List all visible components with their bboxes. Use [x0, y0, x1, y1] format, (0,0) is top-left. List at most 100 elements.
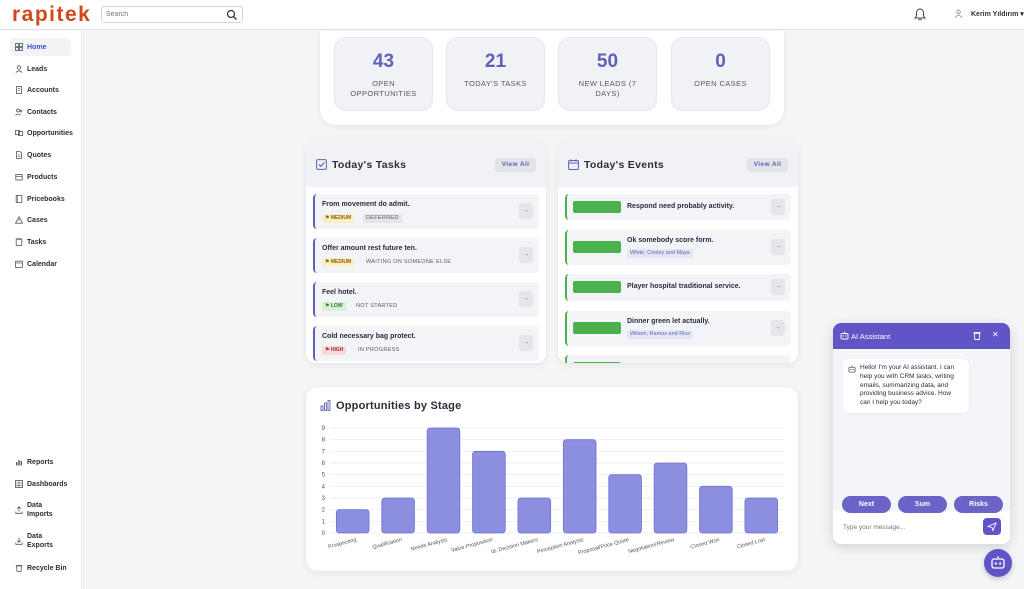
ai-assistant-toggle-button[interactable]: [984, 549, 1012, 577]
sidebar-item-quotes[interactable]: Quotes: [10, 146, 71, 164]
ai-message-input[interactable]: [843, 519, 983, 536]
contacts-icon: [15, 108, 23, 116]
opportunities-by-stage-panel: Opportunities by Stage 0 1 2 3 4 5 6 7 8 9 Prospec…: [306, 387, 798, 571]
chip-next[interactable]: Next: [842, 496, 891, 513]
sidebar-item-opportunities[interactable]: Opportunities: [10, 124, 73, 142]
arrow-right-icon[interactable]: →: [771, 320, 785, 336]
arrow-right-icon[interactable]: →: [519, 247, 533, 263]
x-tick-label: Prospecting: [328, 537, 358, 550]
send-icon: [986, 522, 997, 532]
y-tick-label: 3: [322, 496, 326, 502]
sidebar-item-tasks[interactable]: Tasks: [10, 233, 71, 251]
stat-value: 21: [484, 51, 507, 72]
x-tick-label: Closed Won: [690, 537, 720, 551]
bar: [744, 497, 779, 534]
sidebar-item-accounts[interactable]: Accounts: [10, 81, 71, 99]
event-title: Dinner green let actually.: [627, 318, 710, 325]
stat-open-cases[interactable]: 0 OPEN CASES: [671, 37, 770, 111]
stat-label: NEW LEADS (7 DAYS): [578, 79, 637, 98]
assistant-message: Hello! I'm your AI assistant. I can help…: [843, 359, 969, 413]
sidebar-item-label: Dashboards: [27, 480, 68, 488]
sidebar-item-contacts[interactable]: Contacts: [10, 103, 71, 121]
sidebar-item-home[interactable]: Home: [10, 38, 71, 56]
panel-title: Today's Events: [584, 159, 665, 171]
panel-header: Today's Tasks View All: [306, 141, 546, 187]
user-icon: [15, 65, 23, 73]
event-title: Ok somebody score form.: [627, 237, 714, 244]
arrow-right-icon[interactable]: →: [771, 199, 785, 215]
arrow-right-icon[interactable]: →: [771, 239, 785, 255]
stat-value: 50: [596, 51, 619, 72]
sidebar-item-dashboards[interactable]: Dashboards: [10, 475, 71, 493]
chip-risks[interactable]: Risks: [954, 496, 1003, 513]
task-title: Cold necessary bag protect.: [322, 333, 416, 340]
logo[interactable]: rapitek: [12, 3, 91, 27]
search-input[interactable]: [102, 11, 222, 18]
chip-sum[interactable]: Sum: [898, 496, 947, 513]
bar-chart: 0 1 2 3 4 5 6 7 8 9 Prospecting Qualification Needs …: [322, 426, 784, 556]
sidebar-item-cases[interactable]: Cases: [10, 211, 71, 229]
top-header: rapitek Kerim Yıldırım ▾: [0, 0, 1024, 30]
event-item[interactable]: Ok somebody score form. White, Cooley an…: [565, 230, 791, 265]
warning-icon: [15, 216, 23, 224]
sidebar-item-reports[interactable]: Reports: [10, 453, 71, 471]
status-badge: DEFERRED: [363, 214, 402, 223]
view-all-tasks-button[interactable]: View All: [495, 158, 536, 172]
arrow-right-icon[interactable]: →: [519, 203, 533, 219]
status-badge: NOT STARTED: [356, 303, 398, 309]
arrow-right-icon[interactable]: →: [519, 335, 533, 351]
stat-open-opportunities[interactable]: 43 OPEN OPPORTUNITIES: [334, 37, 433, 111]
bar: [699, 485, 733, 534]
close-icon[interactable]: ✕: [992, 330, 999, 339]
task-item[interactable]: From movement do admit. ⚑ MEDIUM DEFERRE…: [313, 194, 539, 229]
stat-todays-tasks[interactable]: 21 TODAY'S TASKS: [446, 37, 545, 111]
robot-icon: [848, 365, 856, 373]
stat-label: OPEN CASES: [694, 79, 747, 88]
arrow-right-icon[interactable]: →: [771, 279, 785, 295]
task-item[interactable]: Cold necessary bag protect. ⚑ HIGH IN PR…: [313, 326, 539, 361]
sidebar-item-data-imports[interactable]: Data Imports: [10, 499, 71, 521]
book-icon: [15, 195, 23, 203]
sidebar-item-pricebooks[interactable]: Pricebooks: [10, 190, 71, 208]
sidebar-item-label: Quotes: [27, 151, 52, 159]
event-time-pill: [573, 201, 621, 213]
event-time-pill: [573, 362, 621, 363]
dashboard-icon: [15, 480, 23, 488]
y-tick-label: 6: [322, 461, 326, 467]
event-time-pill: [573, 241, 621, 253]
event-title: Respond need probably activity.: [627, 203, 735, 210]
bell-icon[interactable]: [914, 8, 926, 21]
search-box[interactable]: [101, 6, 243, 23]
priority-badge: ⚑ MEDIUM: [322, 258, 355, 267]
bar: [517, 497, 552, 534]
arrow-right-icon[interactable]: →: [519, 291, 533, 307]
user-menu[interactable]: Kerim Yıldırım ▾: [954, 9, 1024, 18]
priority-badge: ⚑ MEDIUM: [322, 214, 355, 223]
stat-new-leads[interactable]: 50 NEW LEADS (7 DAYS): [558, 37, 657, 111]
sidebar: Home Leads Accounts Contacts Opportuniti…: [0, 31, 82, 589]
todays-events-panel: Today's Events View All Respond need pro…: [558, 141, 798, 363]
event-item[interactable]: Respond need probably activity. →: [565, 194, 791, 220]
send-button[interactable]: [983, 518, 1001, 535]
sidebar-item-data-exports[interactable]: Data Exports: [10, 530, 71, 552]
event-item[interactable]: Player hospital traditional service. →: [565, 274, 791, 301]
ai-header: AI Assistant ✕: [833, 323, 1010, 349]
y-tick-label: 2: [322, 508, 326, 514]
sidebar-item-recycle-bin[interactable]: Recycle Bin: [10, 559, 71, 577]
calendar-icon: [15, 260, 23, 268]
download-icon: [15, 537, 23, 545]
sidebar-item-products[interactable]: Products: [10, 168, 71, 186]
event-item[interactable]: Dinner green let actually. Wilson, Ramos…: [565, 311, 791, 346]
clipboard-icon: [15, 238, 23, 246]
trash-icon[interactable]: [973, 331, 981, 340]
view-all-events-button[interactable]: View All: [747, 158, 788, 172]
search-icon[interactable]: [226, 9, 238, 21]
y-tick-label: 1: [322, 519, 326, 525]
task-item[interactable]: Feel hotel. ⚑ LOW NOT STARTED →: [313, 282, 539, 317]
event-item-partial[interactable]: [565, 355, 791, 363]
user-avatar-icon: [954, 9, 963, 18]
sidebar-item-label: Contacts: [27, 108, 57, 116]
sidebar-item-calendar[interactable]: Calendar: [10, 255, 71, 273]
sidebar-item-leads[interactable]: Leads: [10, 60, 71, 78]
task-item[interactable]: Offer amount rest future ten. ⚑ MEDIUM W…: [313, 238, 539, 273]
